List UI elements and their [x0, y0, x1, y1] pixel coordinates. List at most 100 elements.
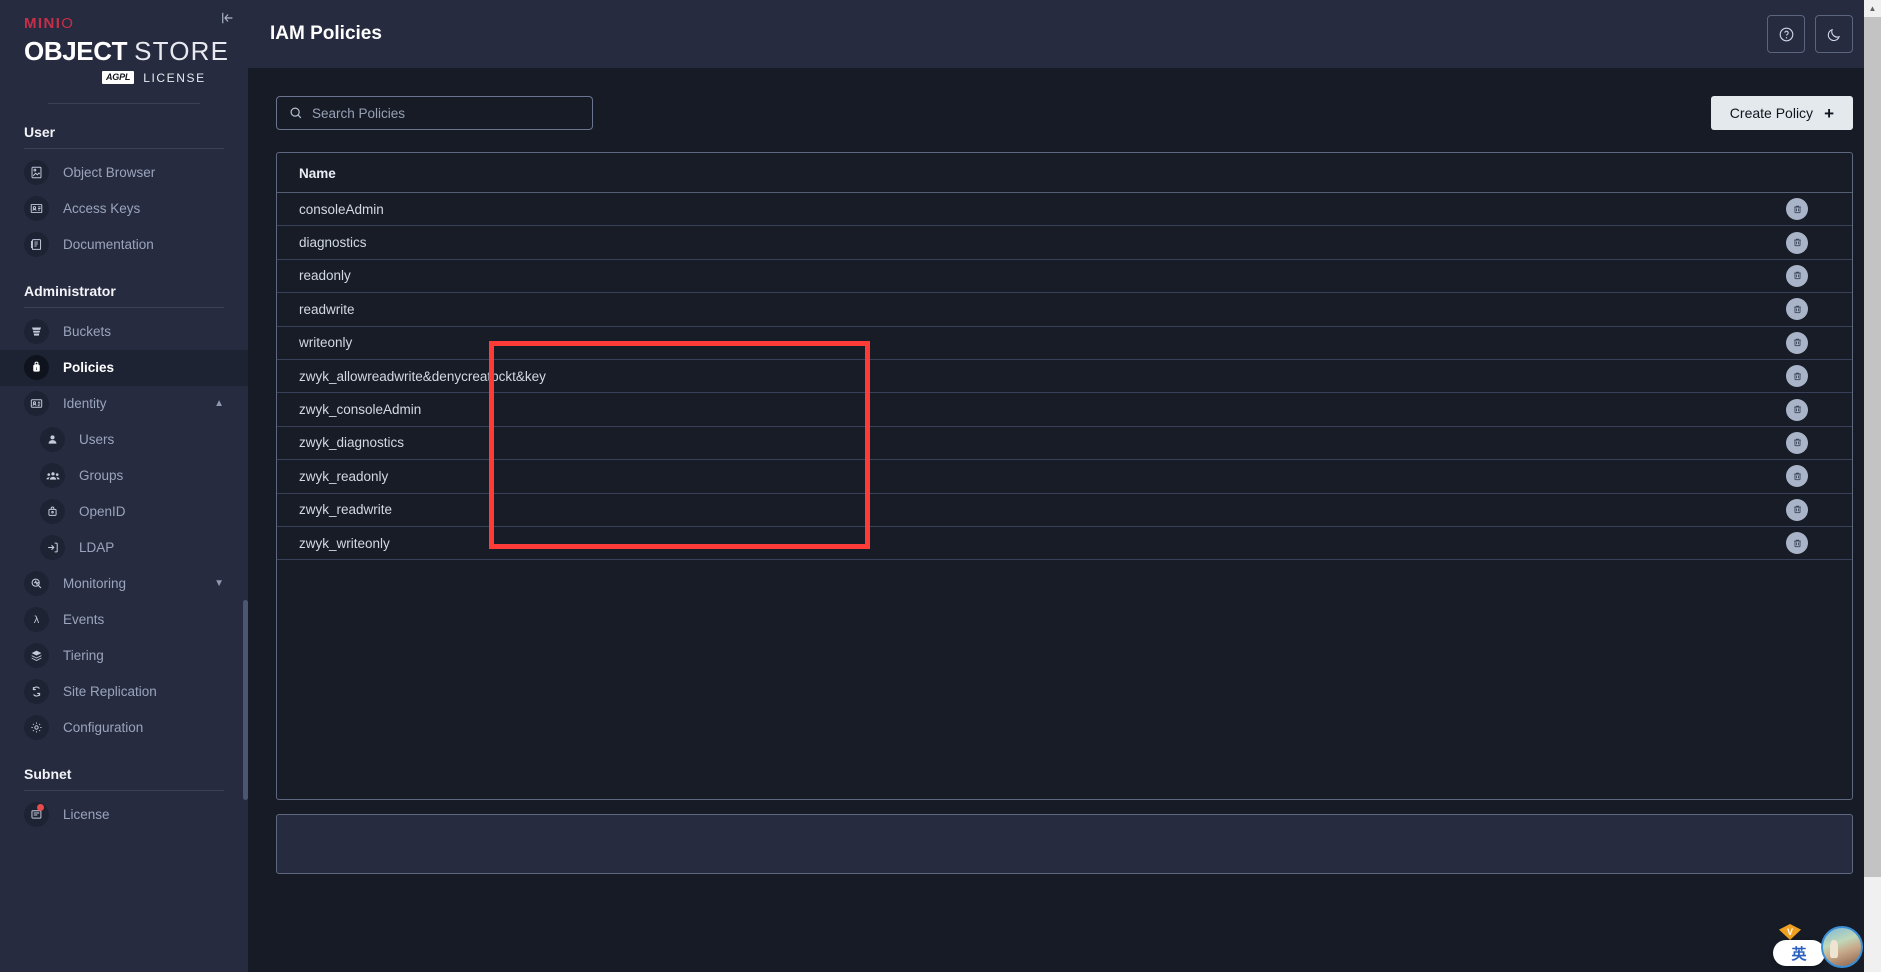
search-input[interactable]: [312, 105, 580, 121]
scroll-up-arrow-icon[interactable]: ▲: [1864, 0, 1881, 17]
monitoring-icon: [24, 571, 49, 596]
ime-indicator[interactable]: 英: [1773, 940, 1825, 966]
policy-name-cell[interactable]: zwyk_writeonly: [277, 526, 1742, 561]
sidebar-item-object-browser[interactable]: Object Browser: [0, 155, 248, 191]
help-circle-icon[interactable]: [1767, 15, 1805, 53]
sidebar-label: Groups: [79, 468, 124, 483]
sidebar-label: Object Browser: [63, 165, 156, 180]
search-policies-box[interactable]: [276, 96, 593, 130]
sidebar-item-groups[interactable]: Groups: [0, 458, 248, 494]
chevron-up-icon[interactable]: ▲: [214, 398, 224, 409]
sidebar-label: Documentation: [63, 237, 154, 252]
policies-table: Name consoleAdmin diagnostics readonly read…: [277, 153, 1852, 561]
policy-name-cell[interactable]: zwyk_readwrite: [277, 493, 1742, 527]
sidebar-section-subnet: Subnet: [24, 765, 72, 782]
trash-delete-icon[interactable]: [1786, 264, 1808, 287]
trash-delete-icon[interactable]: [1786, 532, 1808, 555]
table-row[interactable]: consoleAdmin: [277, 192, 1852, 227]
sidebar-item-buckets[interactable]: Buckets: [0, 314, 248, 350]
sidebar: MINIO OBJECT STORE AGPL LICENSE User Obj…: [0, 0, 248, 972]
trash-delete-icon[interactable]: [1786, 365, 1808, 388]
trash-delete-icon[interactable]: [1786, 231, 1808, 254]
policy-delete-cell: [1742, 493, 1852, 527]
table-row[interactable]: diagnostics: [277, 225, 1852, 260]
sidebar-item-identity[interactable]: Identity ▲: [0, 386, 248, 422]
sidebar-item-events[interactable]: λ Events: [0, 602, 248, 638]
sidebar-item-policies[interactable]: Policies: [0, 349, 248, 386]
openid-icon: [40, 499, 65, 524]
license-row: AGPL LICENSE: [24, 71, 224, 85]
policy-name-cell[interactable]: diagnostics: [277, 225, 1742, 260]
table-header-row: Name: [277, 153, 1852, 193]
create-policy-button[interactable]: Create Policy +: [1710, 96, 1853, 130]
sidebar-collapse-icon[interactable]: [218, 8, 238, 31]
bucket-icon: [24, 319, 49, 344]
sidebar-item-configuration[interactable]: Configuration: [0, 710, 248, 746]
sidebar-item-site-replication[interactable]: Site Replication: [0, 674, 248, 710]
policy-delete-cell: [1742, 326, 1852, 360]
sidebar-label: Monitoring: [63, 576, 127, 591]
sidebar-label: Identity: [63, 396, 107, 411]
trash-delete-icon[interactable]: [1786, 431, 1808, 454]
policy-name-cell[interactable]: zwyk_readonly: [277, 459, 1742, 494]
trash-delete-icon[interactable]: [1786, 198, 1808, 221]
object-text: OBJECT: [24, 35, 128, 66]
policies-panel: Name consoleAdmin diagnostics readonly read…: [276, 152, 1853, 800]
policy-name-cell[interactable]: writeonly: [277, 326, 1742, 360]
sidebar-item-monitoring[interactable]: Monitoring ▼: [0, 566, 248, 602]
license-notification-dot: [37, 804, 44, 811]
policy-name-cell[interactable]: readwrite: [277, 292, 1742, 327]
column-header-actions: [1742, 153, 1852, 193]
table-row[interactable]: writeonly: [277, 326, 1852, 360]
object-store-wordmark: OBJECT STORE: [24, 35, 228, 67]
policy-delete-cell: [1742, 526, 1852, 561]
groups-icon: [40, 463, 65, 488]
sidebar-label: LDAP: [79, 540, 115, 555]
table-row[interactable]: zwyk_allowreadwrite&denycreatbckt&key: [277, 359, 1852, 394]
policy-icon: [24, 355, 49, 380]
table-row[interactable]: readwrite: [277, 292, 1852, 327]
content-area: Create Policy + Name consoleAdmindiagnos…: [248, 68, 1881, 972]
sidebar-item-tiering[interactable]: Tiering: [0, 638, 248, 674]
policy-delete-cell: [1742, 259, 1852, 294]
user-avatar-image[interactable]: [1821, 926, 1863, 968]
sidebar-item-license[interactable]: License: [0, 797, 248, 833]
trash-delete-icon[interactable]: [1786, 298, 1808, 321]
section-rule-user: [24, 147, 224, 149]
chevron-down-icon[interactable]: ▼: [214, 578, 224, 589]
policy-name-cell[interactable]: readonly: [277, 259, 1742, 294]
page-scrollbar-thumb[interactable]: [1864, 17, 1881, 877]
store-text: STORE: [134, 35, 230, 66]
page-scrollbar[interactable]: ▲: [1864, 0, 1881, 972]
table-row[interactable]: zwyk_readonly: [277, 459, 1852, 494]
sidebar-item-ldap[interactable]: LDAP: [0, 530, 248, 566]
table-row[interactable]: zwyk_writeonly: [277, 526, 1852, 561]
trash-delete-icon[interactable]: [1786, 498, 1808, 521]
policy-name-cell[interactable]: zwyk_diagnostics: [277, 426, 1742, 461]
sidebar-item-openid[interactable]: OpenID: [0, 494, 248, 530]
policies-table-body: consoleAdmin diagnostics readonly readwrite…: [277, 192, 1852, 561]
policies-table-head: Name: [277, 153, 1852, 193]
minio-wordmark: MINIO: [24, 15, 224, 33]
sidebar-section-administrator: Administrator: [24, 282, 116, 299]
object-browser-icon: [24, 160, 49, 185]
sidebar-label: Access Keys: [63, 201, 141, 216]
policy-name-cell[interactable]: zwyk_consoleAdmin: [277, 392, 1742, 427]
sidebar-label: Buckets: [63, 324, 112, 339]
table-row[interactable]: zwyk_consoleAdmin: [277, 392, 1852, 427]
sidebar-item-users[interactable]: Users: [0, 422, 248, 458]
dark-mode-moon-icon[interactable]: [1815, 15, 1853, 53]
policy-delete-cell: [1742, 225, 1852, 260]
trash-delete-icon[interactable]: [1786, 398, 1808, 421]
table-row[interactable]: readonly: [277, 259, 1852, 294]
policy-name-cell[interactable]: zwyk_allowreadwrite&denycreatbckt&key: [277, 359, 1742, 394]
column-header-name[interactable]: Name: [277, 153, 1742, 193]
trash-delete-icon[interactable]: [1786, 331, 1808, 354]
page-title: IAM Policies: [270, 23, 382, 44]
sidebar-item-documentation[interactable]: Documentation: [0, 227, 248, 263]
policy-name-cell[interactable]: consoleAdmin: [277, 192, 1742, 227]
sidebar-item-access-keys[interactable]: Access Keys: [0, 191, 248, 227]
trash-delete-icon[interactable]: [1786, 465, 1808, 488]
table-row[interactable]: zwyk_diagnostics: [277, 426, 1852, 461]
table-row[interactable]: zwyk_readwrite: [277, 493, 1852, 527]
